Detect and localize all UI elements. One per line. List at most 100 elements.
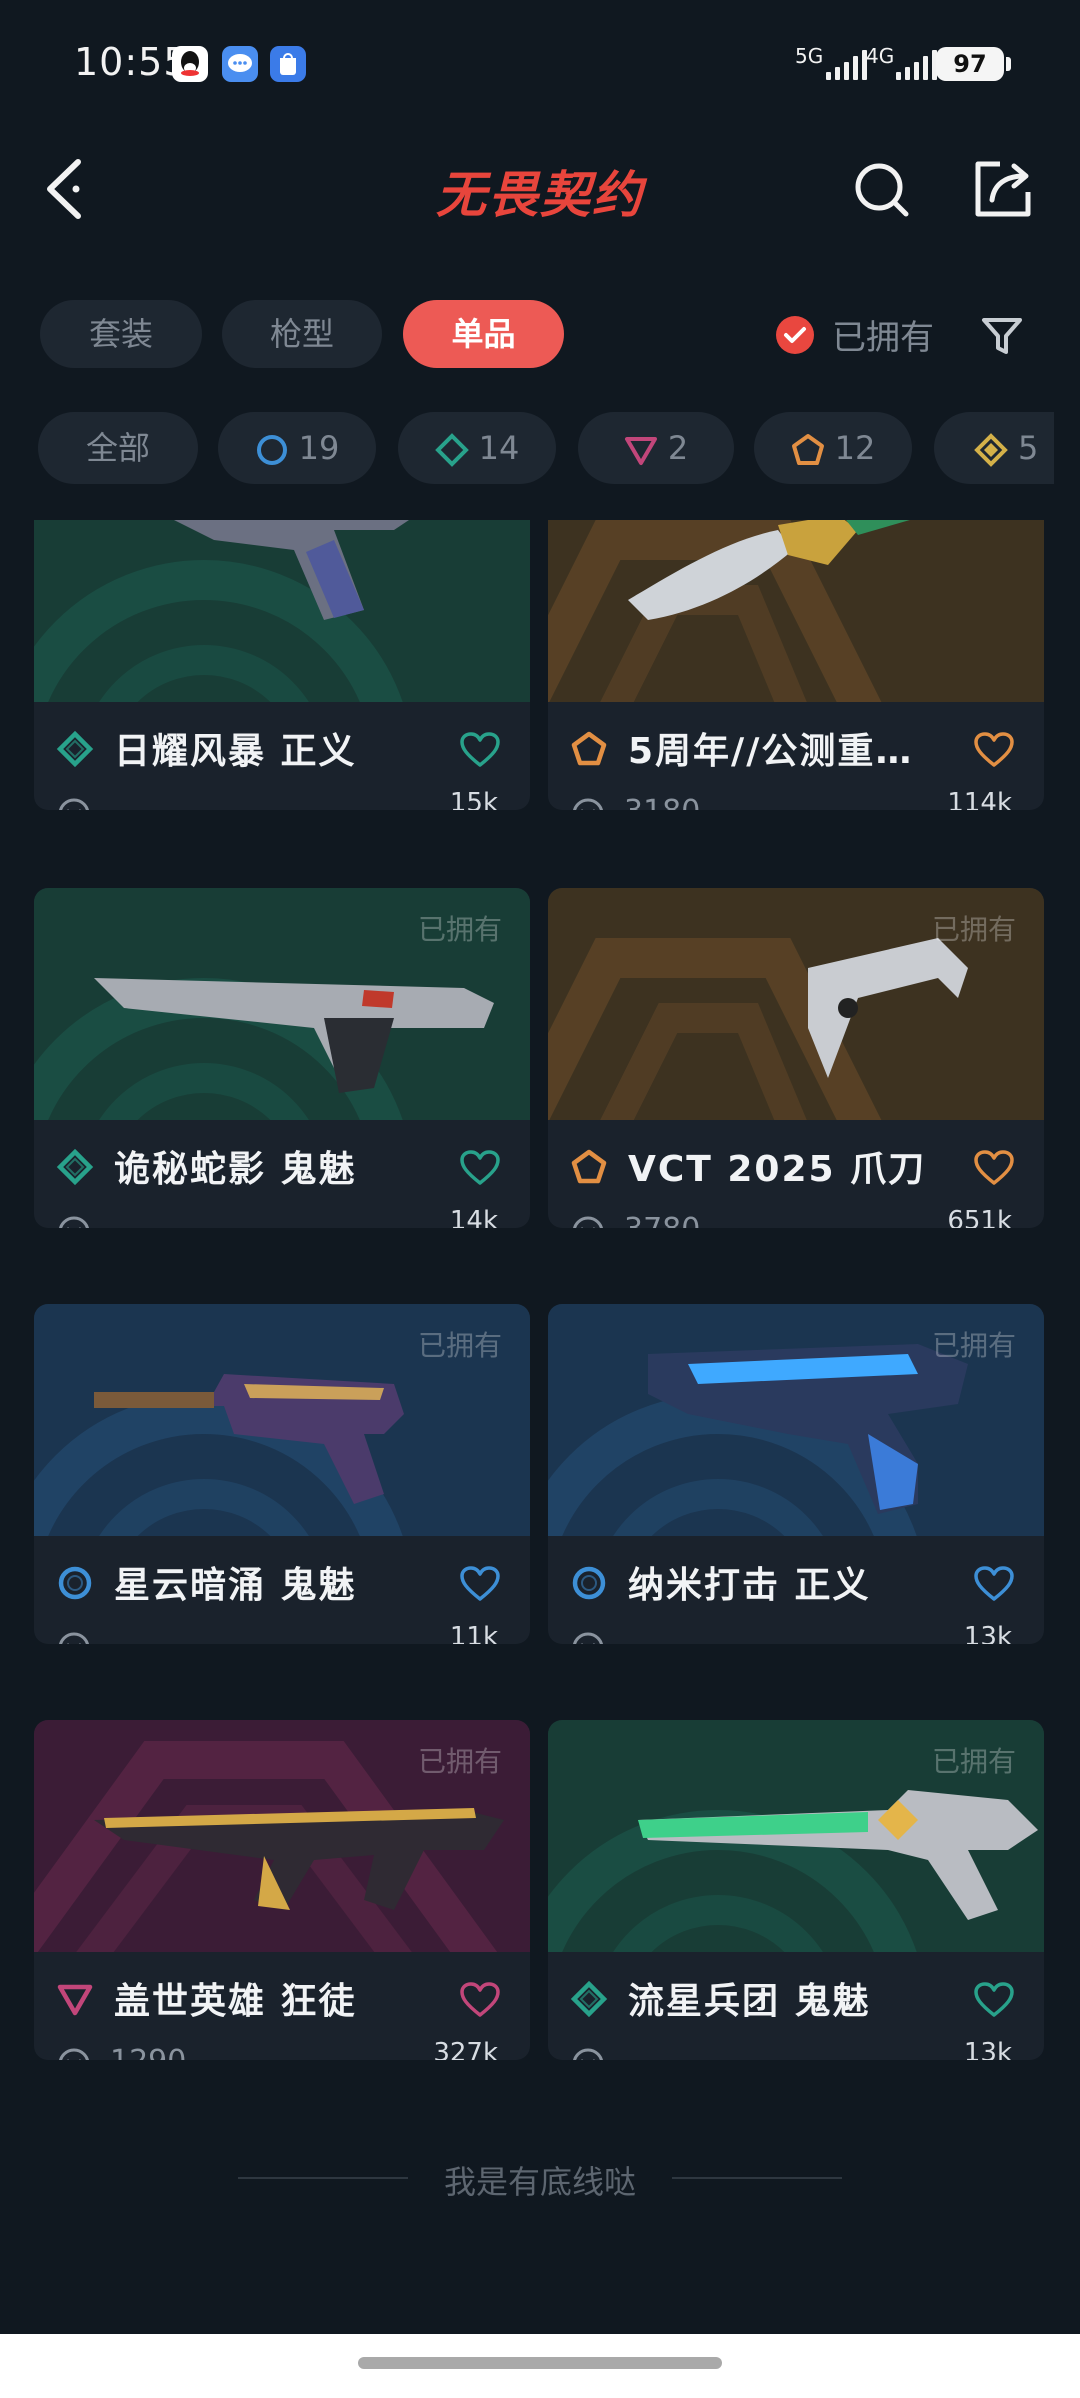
skin-grid: 日耀风暴 正义-15k5周年//公测重…3180114k已拥有诡秘蛇影 鬼魅-1… bbox=[34, 520, 1048, 2120]
skin-price: - bbox=[624, 2044, 635, 2060]
chip-premium[interactable]: 2 bbox=[578, 412, 734, 484]
heart-icon[interactable] bbox=[460, 1982, 500, 2018]
tab-bundles[interactable]: 套装 bbox=[40, 300, 202, 368]
owned-tag: 已拥有 bbox=[417, 913, 502, 946]
skin-art: 已拥有 bbox=[548, 888, 1044, 1120]
chip-exclusive[interactable]: 12 bbox=[754, 412, 912, 484]
heart-icon[interactable] bbox=[460, 1566, 500, 1602]
chip-ultra[interactable]: 5 bbox=[934, 412, 1054, 484]
like-count: 13k bbox=[963, 2038, 1012, 2060]
select-rarity-icon bbox=[256, 435, 287, 465]
skin-price: - bbox=[624, 1628, 635, 1644]
search-icon[interactable] bbox=[852, 160, 912, 220]
skin-card[interactable]: 5周年//公测重… 3180 114k bbox=[548, 520, 1044, 810]
skin-info: 5周年//公测重… 3180 114k bbox=[548, 702, 1044, 810]
network-5g: 5G bbox=[795, 44, 824, 68]
skin-info: VCT 2025 爪刀 3780 651k bbox=[548, 1120, 1044, 1228]
skin-card[interactable]: 已拥有纳米打击 正义 - 13k bbox=[548, 1304, 1044, 1644]
app-market-icon bbox=[270, 46, 306, 82]
skin-info: 流星兵团 鬼魅 - 13k bbox=[548, 1952, 1044, 2060]
heart-icon[interactable] bbox=[460, 732, 500, 768]
qq-icon bbox=[172, 46, 208, 82]
like-count: 14k bbox=[449, 1206, 498, 1228]
skin-price: 3780 bbox=[624, 1212, 700, 1228]
vp-currency-icon bbox=[573, 1216, 603, 1228]
skin-card[interactable]: 已拥有 VCT 2025 爪刀 3780 651k bbox=[548, 888, 1044, 1228]
skin-price: - bbox=[110, 1212, 121, 1228]
tab-single-items[interactable]: 单品 bbox=[403, 300, 564, 368]
vp-currency-icon bbox=[573, 1632, 603, 1644]
signal-icon bbox=[826, 50, 867, 80]
skin-art: 已拥有 bbox=[548, 1720, 1044, 1952]
heart-icon[interactable] bbox=[460, 1150, 500, 1186]
like-count: 11k bbox=[449, 1622, 498, 1644]
heart-icon[interactable] bbox=[974, 1150, 1014, 1186]
skin-card[interactable]: 已拥有流星兵团 鬼魅 - 13k bbox=[548, 1720, 1044, 2060]
vp-currency-icon bbox=[59, 2048, 89, 2060]
premium-rarity-icon bbox=[624, 437, 657, 465]
chip-deluxe[interactable]: 14 bbox=[398, 412, 556, 484]
signal-icon-2 bbox=[896, 50, 937, 80]
battery-icon: 97 bbox=[936, 47, 1004, 81]
heart-icon[interactable] bbox=[974, 1982, 1014, 2018]
home-gesture-handle[interactable] bbox=[358, 2357, 722, 2369]
select-rarity-icon bbox=[58, 1566, 92, 1600]
skin-info: 日耀风暴 正义 - 15k bbox=[34, 702, 530, 810]
skin-card[interactable]: 已拥有诡秘蛇影 鬼魅 - 14k bbox=[34, 888, 530, 1228]
ultra-rarity-icon bbox=[974, 433, 1008, 467]
deluxe-rarity-icon bbox=[570, 1980, 608, 2018]
back-button[interactable] bbox=[40, 154, 100, 224]
like-count: 651k bbox=[947, 1206, 1012, 1228]
weapon-image bbox=[174, 520, 409, 620]
owned-tag: 已拥有 bbox=[931, 1745, 1016, 1778]
heart-icon[interactable] bbox=[974, 732, 1014, 768]
chip-count: 14 bbox=[478, 429, 520, 467]
skin-card[interactable]: 日耀风暴 正义 - 15k bbox=[34, 520, 530, 810]
skin-price: - bbox=[110, 794, 121, 810]
vp-currency-icon bbox=[59, 1216, 89, 1228]
skin-art: 已拥有 bbox=[34, 888, 530, 1120]
deluxe-rarity-icon bbox=[434, 433, 469, 467]
chip-count: 5 bbox=[1018, 429, 1039, 467]
chip-count: 12 bbox=[834, 429, 876, 467]
tab-weapon-type[interactable]: 枪型 bbox=[222, 300, 382, 368]
skin-info: 纳米打击 正义 - 13k bbox=[548, 1536, 1044, 1644]
vp-currency-icon bbox=[59, 1632, 89, 1644]
owned-tag: 已拥有 bbox=[417, 1329, 502, 1362]
skin-art bbox=[548, 520, 1044, 702]
footer-divider-left bbox=[238, 2177, 408, 2179]
skin-name: VCT 2025 爪刀 bbox=[628, 1149, 927, 1190]
skin-info: 星云暗涌 鬼魅 - 11k bbox=[34, 1536, 530, 1644]
chip-all[interactable]: 全部 bbox=[38, 412, 198, 484]
skin-price: - bbox=[110, 1628, 121, 1644]
select-rarity-icon bbox=[572, 1566, 606, 1600]
like-count: 327k bbox=[433, 2038, 498, 2060]
owned-tag: 已拥有 bbox=[931, 913, 1016, 946]
skin-card[interactable]: 已拥有星云暗涌 鬼魅 - 11k bbox=[34, 1304, 530, 1644]
deluxe-rarity-icon bbox=[56, 1148, 94, 1186]
chip-select[interactable]: 19 bbox=[218, 412, 376, 484]
chip-count: 19 bbox=[298, 429, 340, 467]
skin-info: 诡秘蛇影 鬼魅 - 14k bbox=[34, 1120, 530, 1228]
share-icon[interactable] bbox=[972, 158, 1034, 220]
owned-tag: 已拥有 bbox=[931, 1329, 1016, 1362]
skin-name: 日耀风暴 正义 bbox=[114, 731, 357, 772]
owned-filter-label[interactable]: 已拥有 bbox=[832, 310, 934, 359]
network-4g: 4G bbox=[866, 44, 895, 68]
chip-all-label: 全部 bbox=[85, 429, 150, 467]
skin-card[interactable]: 已拥有盖世英雄 狂徒 1290 327k bbox=[34, 1720, 530, 2060]
footer-end-text: 我是有底线哒 bbox=[443, 2163, 636, 2201]
heart-icon[interactable] bbox=[974, 1566, 1014, 1602]
skin-name: 5周年//公测重… bbox=[628, 731, 914, 772]
footer-divider-right bbox=[672, 2177, 842, 2179]
deluxe-rarity-icon bbox=[56, 730, 94, 768]
skin-name: 诡秘蛇影 鬼魅 bbox=[114, 1149, 357, 1190]
skin-info: 盖世英雄 狂徒 1290 327k bbox=[34, 1952, 530, 2060]
filter-icon[interactable] bbox=[980, 314, 1024, 358]
skin-art: 已拥有 bbox=[34, 1720, 530, 1952]
skin-price: 1290 bbox=[110, 2044, 186, 2060]
skin-name: 星云暗涌 鬼魅 bbox=[114, 1565, 357, 1606]
like-count: 15k bbox=[449, 788, 498, 810]
owned-checkbox[interactable] bbox=[776, 316, 814, 354]
exclusive-rarity-icon bbox=[571, 1149, 607, 1184]
